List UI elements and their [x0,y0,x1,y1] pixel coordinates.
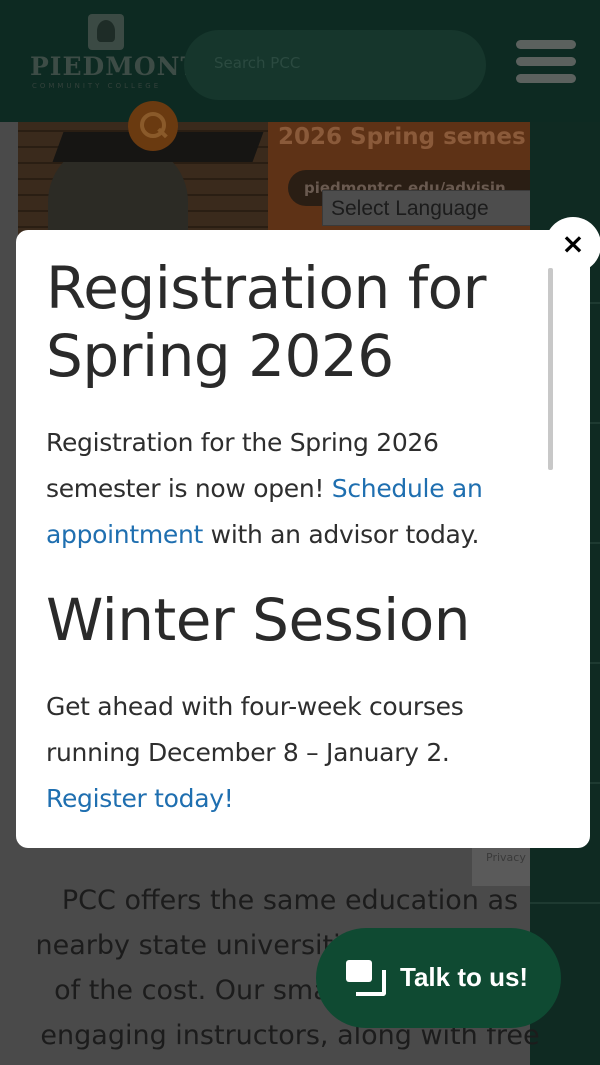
modal-heading-winter: Winter Session [46,586,470,654]
chat-bubbles-icon [346,960,386,996]
announcement-modal: Registration for Spring 2026 Registratio… [16,230,590,848]
logo-emblem-icon [88,14,124,50]
close-icon: × [561,227,585,260]
talk-to-us-button[interactable]: Talk to us! [316,928,561,1028]
modal-close-button[interactable]: × [545,217,600,273]
modal-scrollbar[interactable] [548,268,553,470]
logo-text: PIEDMONT [30,52,201,81]
modal-heading-registration: Registration for Spring 2026 [46,254,486,390]
modal-content: Registration for Spring 2026 Registratio… [46,254,546,822]
modal-paragraph-registration: Registration for the Spring 2026 semeste… [46,420,546,558]
search-placeholder: Search PCC [214,54,301,72]
modal-text: with an advisor today. [203,520,480,549]
recaptcha-label: Privacy [486,851,526,864]
college-logo[interactable]: PIEDMONT COMMUNITY COLLEGE [30,12,199,92]
logo-subtext: COMMUNITY COLLEGE [32,82,162,90]
modal-text: Get ahead with four-week courses running… [46,692,464,767]
register-today-link[interactable]: Register today! [46,784,234,813]
chat-button-label: Talk to us! [400,962,529,992]
modal-paragraph-winter: Get ahead with four-week courses running… [46,684,546,822]
search-icon[interactable] [128,101,178,151]
hamburger-menu-icon[interactable] [516,40,576,84]
site-header: PIEDMONT COMMUNITY COLLEGE Search PCC [0,0,600,122]
search-input[interactable]: Search PCC [184,30,486,100]
hero-title: 2026 Spring semes [278,124,526,150]
language-select-label: Select Language [331,197,489,220]
